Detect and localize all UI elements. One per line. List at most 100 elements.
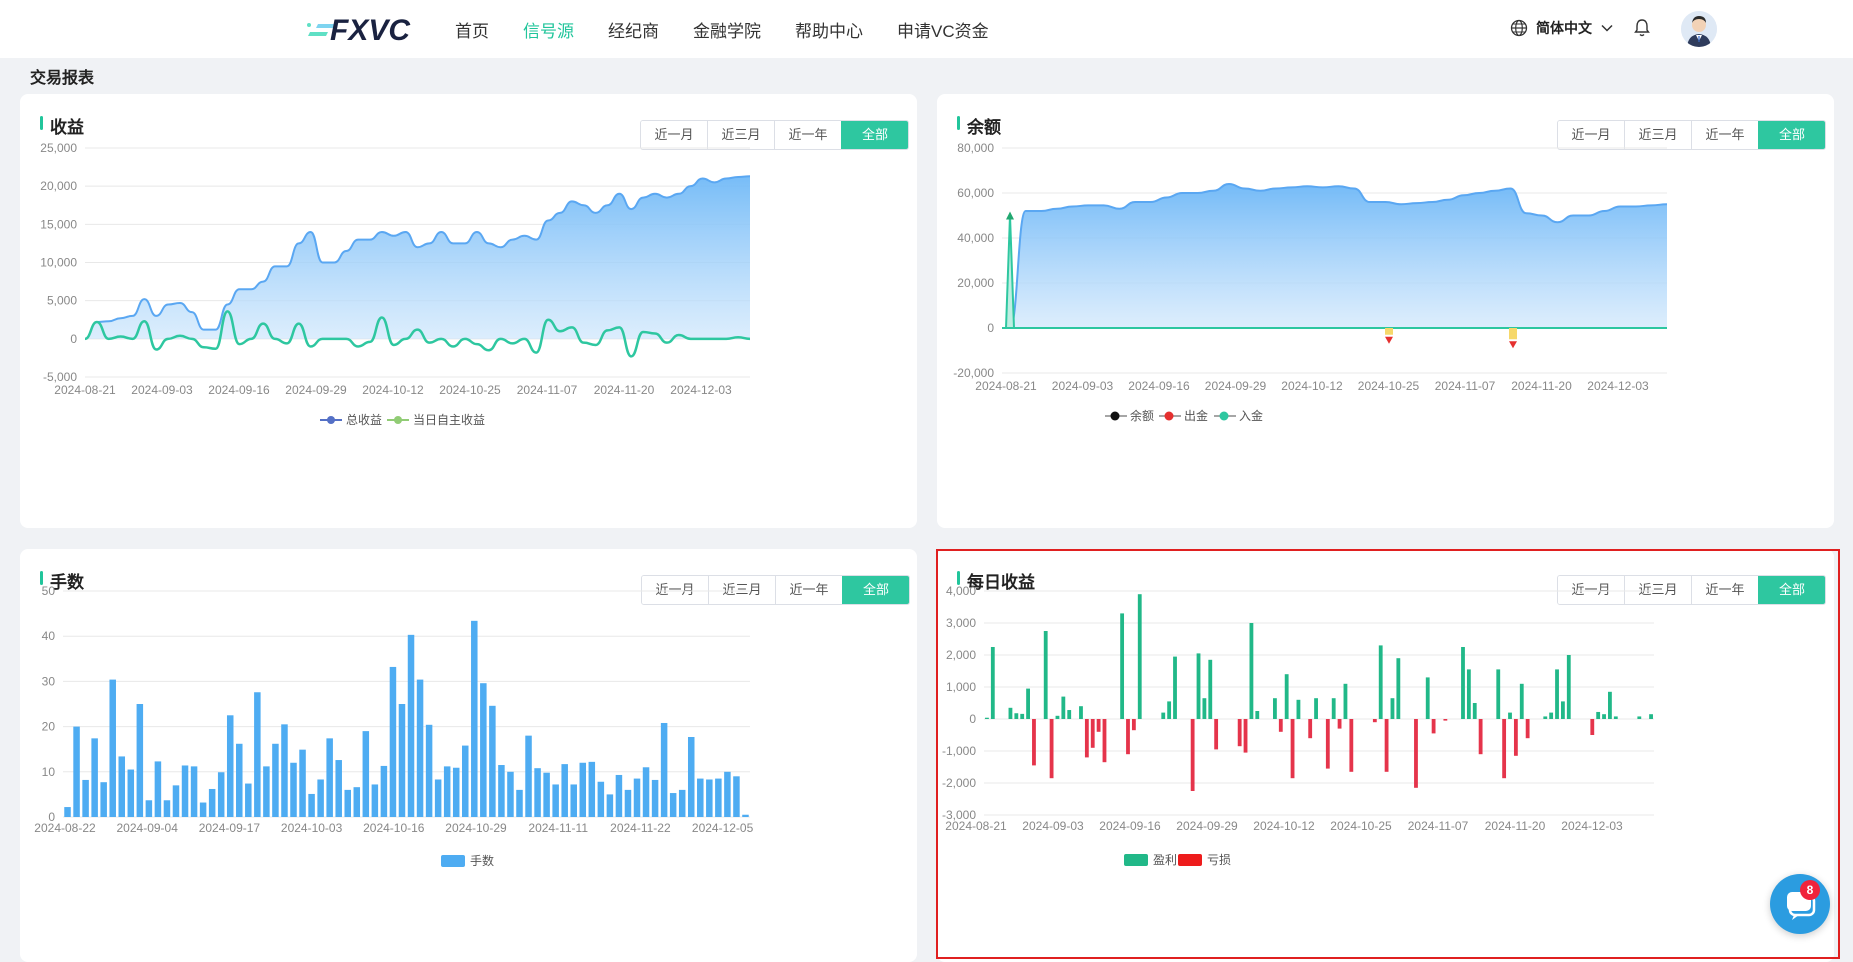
lots-bar [145, 800, 153, 817]
lots-bar [606, 794, 614, 817]
lots-bar [236, 743, 243, 817]
profit-bar [1496, 669, 1501, 719]
bell-icon[interactable] [1633, 18, 1651, 43]
fxvc-logo[interactable]: FXVC [306, 12, 421, 46]
x-tick-label: 2024-11-20 [594, 383, 655, 397]
loss-bar [1278, 719, 1283, 732]
lots-bar [326, 738, 333, 817]
lots-bar [217, 772, 225, 817]
lots-bar [687, 736, 695, 817]
x-tick-label: 2024-09-29 [1176, 819, 1238, 833]
withdrawal-marker [1385, 336, 1393, 344]
lots-bar [443, 766, 451, 817]
legend-label-loss: 亏损 [1207, 853, 1231, 867]
profit-bar [1396, 658, 1401, 719]
legend-deposit-label: 入金 [1239, 408, 1263, 423]
loss-bar [1214, 719, 1219, 750]
lots-bar [715, 778, 722, 817]
lots-bar [452, 767, 460, 817]
top-navigation-bar: FXVC 首页 信号源 经纪商 金融学院 帮助中心 申请VC资金 简体中文 [0, 0, 1853, 58]
profit-bar [1466, 669, 1471, 719]
profit-bar [990, 647, 995, 719]
profit-bar [1555, 669, 1559, 719]
lots-bar [471, 620, 478, 817]
loss-bar [1126, 719, 1130, 755]
y-tick-label: -2,000 [942, 776, 976, 790]
lots-bar [724, 771, 731, 817]
nav-item-home[interactable]: 首页 [455, 17, 489, 42]
profit-bar [1602, 714, 1606, 719]
lots-bar [362, 731, 370, 817]
loss-bar [1325, 719, 1330, 769]
legend-marker-loss [1178, 854, 1202, 866]
profit-bar [1343, 683, 1348, 719]
withdrawal-marker [1509, 341, 1517, 349]
lots-bar [525, 735, 532, 817]
profit-bar [1026, 688, 1030, 719]
profit-bar [1173, 656, 1177, 719]
lots-bar [706, 779, 713, 817]
lots-bar [371, 784, 379, 817]
y-tick-label: 0 [987, 321, 994, 335]
income-card: 收益 近一月 近三月 近一年 全部 25,000 20,000 15,000 10,0… [20, 94, 917, 528]
y-tick-label: 3,000 [946, 616, 976, 630]
lots-bar [73, 726, 80, 817]
loss-bar [1190, 719, 1195, 791]
x-tick-label: 2024-10-12 [1253, 819, 1315, 833]
y-tick-label: 10 [42, 765, 56, 779]
legend-marker-lots [441, 855, 465, 867]
y-tick-label: 4,000 [946, 584, 976, 598]
profit-bar [1566, 655, 1571, 719]
profit-bar [1067, 710, 1072, 719]
lots-bar [353, 787, 361, 817]
legend-marker-profit [1124, 854, 1148, 866]
y-tick-label: 40 [42, 629, 56, 643]
y-tick-label: 0 [70, 332, 77, 346]
x-tick-label: 2024-11-20 [1485, 819, 1546, 833]
legend-label-daily-income: 当日自主收益 [413, 413, 485, 427]
x-tick-label: 2024-11-20 [1511, 379, 1572, 393]
y-tick-label: 25,000 [40, 141, 77, 155]
lots-bar [407, 634, 415, 817]
profit-bar [1120, 613, 1125, 719]
lots-bar [651, 779, 659, 817]
chat-button[interactable] [1770, 874, 1830, 934]
globe-icon [1510, 19, 1528, 37]
profit-bar [1637, 716, 1642, 719]
lots-bar [579, 762, 587, 817]
lots-bar [118, 756, 126, 817]
profit-bar [1378, 645, 1383, 719]
lots-bar [136, 704, 144, 817]
lots-bar [507, 771, 514, 817]
user-avatar[interactable] [1681, 11, 1717, 47]
profit-bar [1014, 713, 1019, 719]
nav-item-help-center[interactable]: 帮助中心 [795, 17, 863, 42]
nav-item-signal-source[interactable]: 信号源 [523, 17, 574, 42]
lots-bar [290, 762, 297, 817]
page-title: 交易报表 [30, 70, 95, 87]
lots-bar-chart: 504030201002024-08-22 2024-09-04 2024-09-1… [34, 584, 753, 868]
lots-bar [335, 760, 342, 817]
loss-bar [1131, 719, 1136, 731]
profit-bar [1079, 706, 1083, 719]
nav-item-brokers[interactable]: 经纪商 [608, 17, 659, 42]
withdrawal-bar [1385, 328, 1393, 335]
y-tick-label: -5,000 [43, 370, 77, 384]
profit-bar [1314, 698, 1318, 719]
loss-bar [1502, 719, 1507, 779]
nav-item-apply-vc-funds[interactable]: 申请VC资金 [897, 17, 989, 42]
loss-bar [1414, 719, 1418, 788]
lots-bar [127, 769, 135, 817]
language-selector[interactable]: 简体中文 [1510, 18, 1614, 38]
x-tick-label: 2024-08-22 [34, 821, 96, 835]
lots-bar [308, 793, 315, 817]
x-tick-label: 2024-09-29 [1205, 379, 1267, 393]
y-tick-label: 60,000 [957, 186, 994, 200]
profit-bar [985, 717, 989, 719]
lots-bar [678, 789, 686, 817]
legend-label-total-income: 总收益 [346, 413, 382, 427]
y-tick-label: -20,000 [953, 366, 994, 380]
lots-bar [389, 666, 397, 817]
nav-item-finance-academy[interactable]: 金融学院 [693, 17, 761, 42]
lots-bar [669, 793, 677, 817]
